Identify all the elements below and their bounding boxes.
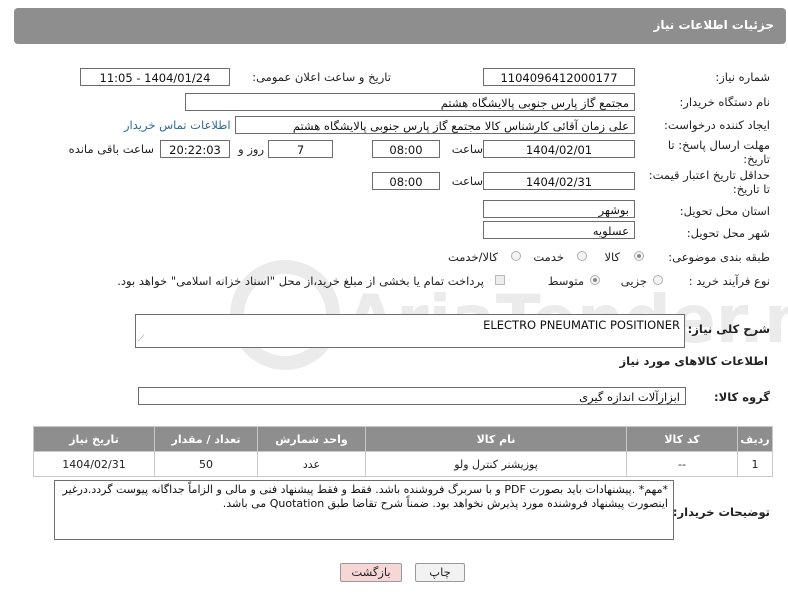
table-cell-unit: عدد (257, 451, 366, 477)
validity-label-date: تا تاریخ: (732, 182, 770, 196)
creator-label: ایجاد کننده درخواست: (664, 118, 770, 132)
buyer-notes-label: توضیحات خریدار: (672, 505, 770, 519)
creator-field[interactable]: علی زمان آقائی کارشناس کالا مجتمع گاز پا… (235, 116, 635, 134)
table-header-unit: واحد شمارش (257, 426, 366, 452)
goods-group-label: گروه کالا: (714, 390, 770, 404)
province-field[interactable]: بوشهر (483, 200, 635, 218)
header-bar: جزئیات اطلاعات نیاز (14, 8, 786, 44)
goods-table: ردیف کد کالا نام کالا واحد شمارش تعداد /… (33, 426, 773, 477)
treasury-payment-note: پرداخت تمام یا بخشی از مبلغ خرید،از محل … (117, 274, 484, 288)
deadline-date-field[interactable]: 1404/02/01 (483, 140, 635, 158)
announce-field[interactable]: 1404/01/24 - 11:05 (80, 68, 230, 86)
province-label: استان محل تحویل: (679, 204, 770, 218)
table-header-name: نام کالا (365, 426, 627, 452)
process-radio-minor[interactable] (653, 275, 663, 285)
days-label: روز و (238, 142, 264, 156)
need-number-field[interactable]: 1104096412000177 (483, 68, 635, 86)
deadline-label-date: تاریخ: (743, 152, 770, 166)
deadline-time-label: ساعت (451, 142, 483, 156)
validity-time-field[interactable]: 08:00 (372, 172, 440, 190)
table-cell-code: -- (626, 451, 738, 477)
buyer-org-label: نام دستگاه خریدار: (679, 95, 770, 109)
table-header-row-number: ردیف (737, 426, 773, 452)
remaining-time-label: ساعت باقی مانده (68, 142, 154, 156)
table-header-code: کد کالا (626, 426, 738, 452)
table-header-quantity: تعداد / مقدار (154, 426, 258, 452)
validity-date-field[interactable]: 1404/02/31 (483, 172, 635, 190)
deadline-time-field[interactable]: 08:00 (372, 140, 440, 158)
category-option-service: خدمت (533, 250, 564, 264)
days-remaining-field[interactable]: 7 (268, 140, 333, 158)
city-label: شهر محل تحویل: (686, 226, 770, 240)
table-cell-name: پوزیشنر کنترل ولو (365, 451, 627, 477)
city-field[interactable]: عسلویه (483, 221, 635, 239)
remaining-time-field[interactable]: 20:22:03 (160, 140, 230, 158)
description-text: ELECTRO PNEUMATIC POSITIONER (483, 318, 680, 332)
description-label: شرح کلی نیاز: (687, 322, 770, 336)
buyer-notes-field[interactable]: *مهم* .پیشنهادات باید بصورت PDF و با سرب… (54, 480, 674, 540)
process-option-minor: جزیی (620, 274, 647, 288)
validity-time-label: ساعت (451, 174, 483, 188)
category-radio-goods[interactable] (634, 251, 644, 261)
category-option-goods-service: کالا/خدمت (447, 250, 498, 264)
buyer-notes-text: *مهم* .پیشنهادات باید بصورت PDF و با سرب… (62, 483, 669, 510)
process-radio-medium[interactable] (590, 275, 600, 285)
page-title: جزئیات اطلاعات نیاز (653, 18, 774, 32)
table-row[interactable]: 1 -- پوزیشنر کنترل ولو عدد 50 1404/02/31 (33, 451, 773, 477)
process-option-medium: متوسط (547, 274, 584, 288)
table-header-date: تاریخ نیاز (33, 426, 155, 452)
table-cell-quantity: 50 (154, 451, 258, 477)
deadline-label: مهلت ارسال پاسخ: تا (667, 138, 770, 152)
need-number-label: شماره نیاز: (715, 70, 770, 84)
category-label: طبقه بندی موضوعی: (668, 250, 770, 264)
back-button[interactable]: بازگشت (340, 563, 402, 582)
treasury-payment-checkbox[interactable] (495, 275, 505, 285)
table-header-row: ردیف کد کالا نام کالا واحد شمارش تعداد /… (33, 426, 773, 452)
goods-group-field[interactable]: ابزارآلات اندازه گیری (138, 387, 686, 405)
table-cell-date: 1404/02/31 (33, 451, 155, 477)
table-cell-row-number: 1 (737, 451, 773, 477)
resize-grip-icon: ⟋ (138, 334, 145, 344)
print-button[interactable]: چاپ (415, 563, 465, 582)
description-field[interactable]: ELECTRO PNEUMATIC POSITIONER ⟋ (135, 314, 685, 348)
process-label: نوع فرآیند خرید : (688, 274, 770, 288)
buyer-contact-link[interactable]: اطلاعات تماس خریدار (124, 118, 231, 132)
goods-section-title: اطلاعات کالاهای مورد نیاز (619, 354, 768, 368)
category-radio-goods-service[interactable] (511, 251, 521, 261)
announce-label: تاریخ و ساعت اعلان عمومی: (252, 70, 391, 84)
category-radio-service[interactable] (577, 251, 587, 261)
category-option-goods: کالا (604, 250, 620, 264)
buyer-org-field[interactable]: مجتمع گاز پارس جنوبی پالایشگاه هشتم (185, 93, 635, 111)
validity-label: حداقل تاریخ اعتبار قیمت: (648, 168, 770, 182)
